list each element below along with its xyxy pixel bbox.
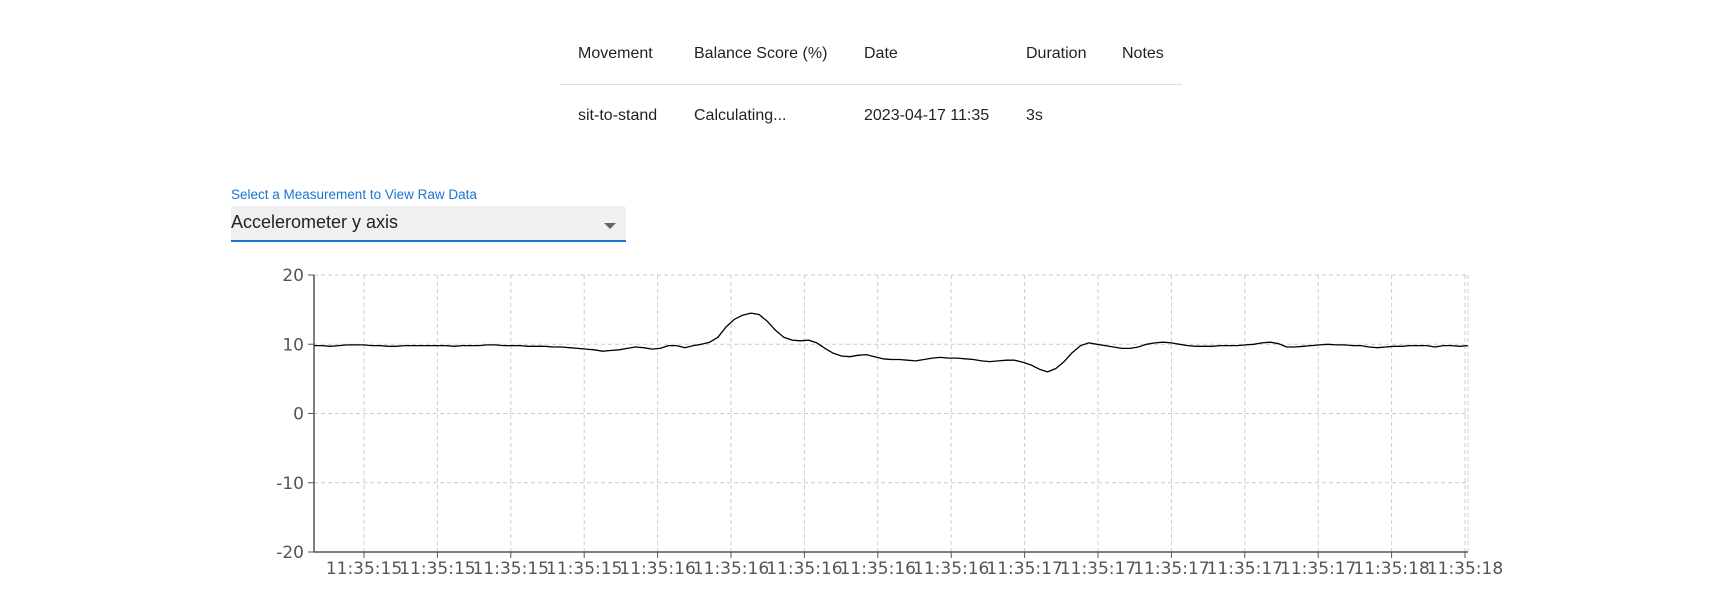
series-line: [314, 312, 1469, 373]
y-tick-label: 10: [282, 335, 304, 355]
x-tick-label: 11:35:16: [619, 559, 695, 579]
x-tick-label: 11:35:16: [766, 559, 842, 579]
x-tick-label: 11:35:17: [1060, 559, 1136, 579]
x-tick-label: 11:35:17: [1133, 559, 1209, 579]
page: Movement Balance Score (%) Date Duration…: [0, 0, 1736, 613]
y-tick-label: 0: [293, 405, 304, 425]
x-tick-label: 11:35:15: [546, 559, 622, 579]
y-tick-label: -10: [276, 474, 304, 494]
x-tick-label: 11:35:17: [986, 559, 1062, 579]
x-tick-label: 11:35:17: [1280, 559, 1356, 579]
x-tick-label: 11:35:16: [693, 559, 769, 579]
x-tick-label: 11:35:15: [473, 559, 549, 579]
x-tick-label: 11:35:15: [399, 559, 475, 579]
x-tick-label: 11:35:15: [326, 559, 402, 579]
raw-data-chart: 20100-10-2011:35:1511:35:1511:35:1511:35…: [276, 266, 1503, 579]
x-tick-label: 11:35:16: [840, 559, 916, 579]
y-tick-label: 20: [282, 266, 304, 286]
x-tick-label: 11:35:16: [913, 559, 989, 579]
x-tick-label: 11:35:17: [1207, 559, 1283, 579]
x-tick-label: 11:35:18: [1427, 559, 1503, 579]
x-tick-label: 11:35:18: [1353, 559, 1429, 579]
y-tick-label: -20: [276, 543, 304, 563]
